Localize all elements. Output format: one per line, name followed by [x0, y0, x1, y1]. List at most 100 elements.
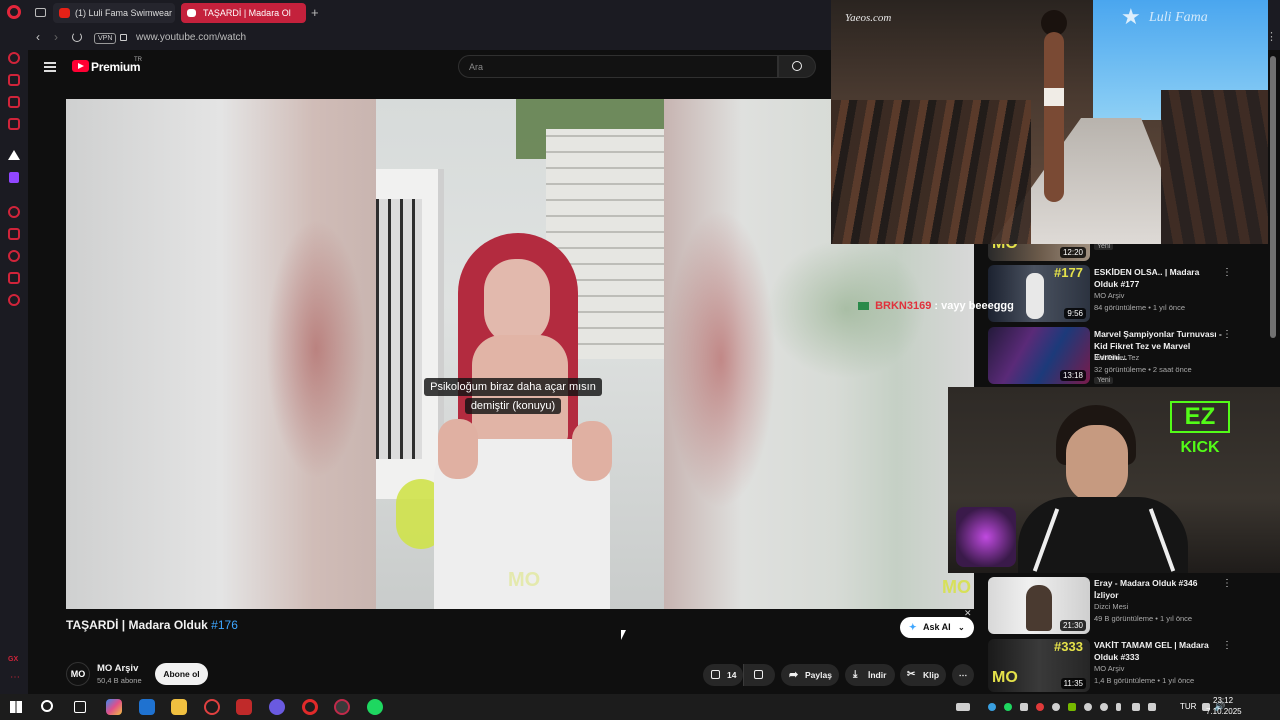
search-button[interactable]: [778, 55, 816, 78]
rec-thumbnail-3[interactable]: 13:18: [988, 327, 1090, 384]
scissors-icon: ✂: [907, 669, 916, 680]
video-title: TAŞARDİ | Madara Olduk #176: [66, 618, 238, 632]
bookmark-icon[interactable]: [8, 228, 20, 240]
ask-ai-button[interactable]: ✦ Ask AI ⌄: [900, 617, 974, 638]
rec-title[interactable]: Eray - Madara Olduk #346 İzliyor: [1094, 578, 1222, 601]
search-input[interactable]: Ara: [458, 55, 778, 78]
youtube-logo-icon[interactable]: [72, 60, 89, 72]
mic-tray-icon[interactable]: [1116, 703, 1121, 711]
video-editor-icon[interactable]: [236, 699, 252, 715]
history-icon[interactable]: [8, 250, 20, 262]
page-scrollbar[interactable]: [1270, 56, 1276, 338]
close-ask-ai-icon[interactable]: ✕: [964, 608, 972, 619]
chat-username: BRKN3169: [875, 300, 932, 312]
channel-name[interactable]: MO Arşiv: [97, 663, 138, 674]
rec-channel[interactable]: MO Arşiv: [1094, 290, 1224, 302]
nvidia-tray-icon[interactable]: [1068, 703, 1076, 711]
discord-tray-icon[interactable]: [1020, 703, 1028, 711]
rec-thumbnail-4[interactable]: 21:30: [988, 577, 1090, 634]
channel-watermark-icon[interactable]: MO: [942, 577, 971, 598]
duration-badge: 21:30: [1059, 620, 1086, 631]
face: [484, 259, 550, 345]
spotify-tray-icon[interactable]: [1004, 703, 1012, 711]
task-view-icon[interactable]: [74, 701, 86, 713]
video-hashtag[interactable]: #176: [211, 618, 238, 632]
keyboard-icon[interactable]: [956, 703, 970, 711]
subscribe-button[interactable]: Abone ol: [155, 663, 208, 685]
window-bars: [376, 199, 422, 459]
chrome-devtools-icon[interactable]: [204, 699, 220, 715]
opera-logo-icon[interactable]: [7, 5, 21, 19]
tab-tasardi-active[interactable]: TAŞARDİ | Madara Ol: [181, 3, 306, 23]
share-label: Paylaş: [805, 670, 832, 680]
reload-icon[interactable]: [72, 32, 82, 42]
kick-logo-top: EZ: [1170, 401, 1230, 433]
clock-time[interactable]: 23:12: [1213, 696, 1233, 705]
aria-icon[interactable]: [8, 74, 20, 86]
rec-channel[interactable]: MO Arşiv: [1094, 663, 1224, 675]
channel-avatar[interactable]: MO: [66, 662, 90, 686]
discord-streaming-icon[interactable]: [269, 699, 285, 715]
settings-gear-icon[interactable]: [8, 294, 20, 306]
search-icon: [792, 61, 802, 71]
rec-channel[interactable]: Dizci Mesi: [1094, 601, 1224, 613]
rec-menu-icon[interactable]: ⋮: [1222, 267, 1232, 278]
refresh-sidebar-icon[interactable]: [8, 52, 20, 64]
back-arrow-icon[interactable]: ‹: [36, 30, 40, 44]
rec-title[interactable]: ESKİDEN OLSA.. | Madara Olduk #177: [1094, 267, 1222, 290]
search-taskbar-icon[interactable]: [41, 700, 53, 712]
chrome-tray-icon[interactable]: [1100, 703, 1108, 711]
wallet-icon[interactable]: [8, 272, 20, 284]
opera-taskbar-icon[interactable]: [302, 699, 318, 715]
clip-button[interactable]: ✂ Klip: [900, 664, 946, 686]
url-field[interactable]: www.youtube.com/watch: [136, 32, 246, 43]
spotify-icon[interactable]: [367, 699, 383, 715]
duration-badge: 9:56: [1064, 308, 1086, 319]
rec-thumbnail-2[interactable]: #177 9:56: [988, 265, 1090, 322]
tab-luli-fama[interactable]: (1) Luli Fama Swimwear F: [53, 3, 175, 23]
file-explorer-icon[interactable]: [171, 699, 187, 715]
vpn-tray-icon[interactable]: [1132, 703, 1140, 711]
forward-arrow-icon[interactable]: ›: [54, 30, 58, 44]
dislike-button[interactable]: [743, 664, 775, 686]
rec-channel[interactable]: Kid Fikret Tez: [1094, 352, 1224, 364]
language-indicator[interactable]: TUR: [1180, 702, 1196, 711]
more-actions-button[interactable]: ⋯: [952, 664, 974, 686]
instagram-icon[interactable]: [8, 118, 20, 130]
like-button[interactable]: 14: [703, 664, 743, 686]
rec-menu-icon[interactable]: ⋮: [1222, 578, 1232, 589]
steam-tray-icon[interactable]: [1052, 703, 1060, 711]
download-button[interactable]: ⤓ İndir: [845, 664, 895, 686]
rec-thumbnail-5[interactable]: #333 MO 11:35: [988, 639, 1090, 692]
copilot-icon[interactable]: [106, 699, 122, 715]
tab-switcher-icon[interactable]: [35, 8, 46, 17]
vpn-badge[interactable]: VPN: [94, 33, 117, 44]
new-tab-plus-icon[interactable]: +: [311, 5, 319, 20]
opera-tray-icon[interactable]: [1036, 703, 1044, 711]
player-icon[interactable]: [8, 206, 20, 218]
gx-icon[interactable]: GX: [8, 656, 18, 663]
obs-tray-icon[interactable]: [1084, 703, 1092, 711]
arc-icon[interactable]: [8, 150, 20, 160]
download-label: İndir: [868, 670, 887, 680]
windows-start-icon[interactable]: [10, 701, 22, 713]
chat-text: : vayy beeeggg: [934, 300, 1014, 312]
clock-date[interactable]: 7.10.2025: [1206, 707, 1242, 716]
rec-title[interactable]: VAKİT TAMAM GEL | Madara Olduk #333: [1094, 640, 1222, 663]
messenger-icon[interactable]: [8, 96, 20, 108]
telegram-tray-icon[interactable]: [988, 703, 996, 711]
outlook-icon[interactable]: [139, 699, 155, 715]
streamer-webcam: EZ KICK: [948, 387, 1280, 573]
rec-menu-icon[interactable]: ⋮: [1222, 640, 1232, 651]
overlay-brand-right: Luli Fama: [1149, 10, 1208, 25]
youtube-premium-logo[interactable]: Premium: [91, 60, 141, 74]
share-button[interactable]: ➦ Paylaş: [781, 664, 839, 686]
usb-tray-icon[interactable]: [1148, 703, 1156, 711]
audience-right: [1161, 90, 1268, 244]
overlay-brand-left: Yaeos.com: [845, 12, 892, 24]
rec-menu-icon[interactable]: ⋮: [1222, 329, 1232, 340]
opera-gx-active-icon[interactable]: [334, 699, 350, 715]
new-badge: Yeni: [1094, 243, 1114, 250]
more-dots-icon[interactable]: ⋯: [10, 672, 20, 683]
twitch-icon[interactable]: [9, 172, 19, 183]
